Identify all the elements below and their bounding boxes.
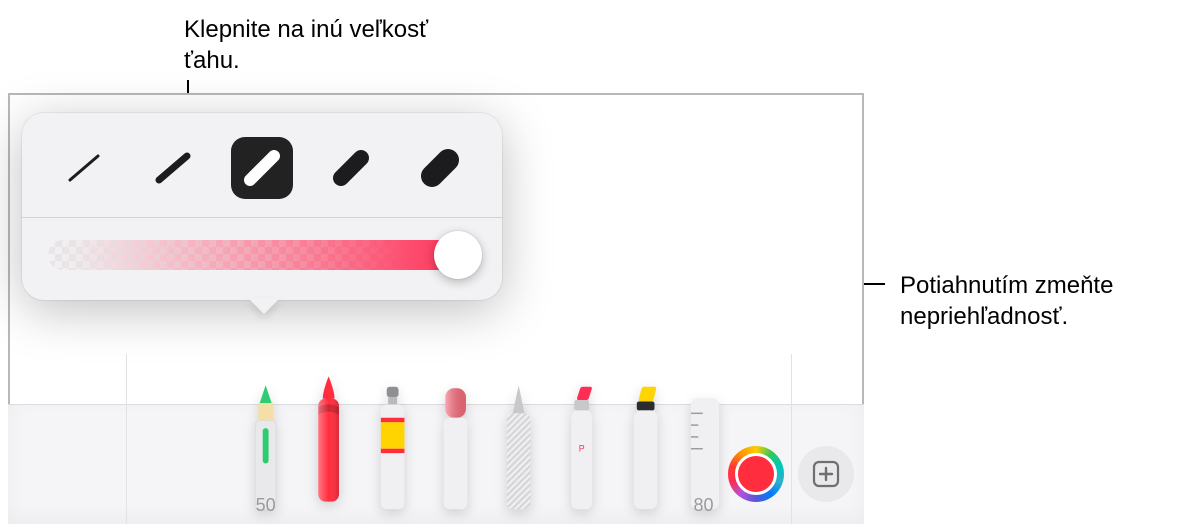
- tool-highlighter[interactable]: [625, 369, 666, 524]
- plus-box-icon: [811, 459, 841, 489]
- tool-eraser[interactable]: [435, 369, 476, 524]
- stroke-size-2[interactable]: [142, 137, 204, 199]
- callout-stroke-size: Klepnite na inú veľkosť ťahu.: [184, 14, 444, 76]
- current-color-swatch: [735, 453, 777, 495]
- tool-label: 80: [688, 495, 719, 516]
- tool-pointer[interactable]: [498, 369, 539, 524]
- svg-text:P: P: [579, 444, 585, 454]
- opacity-slider-thumb[interactable]: [434, 231, 482, 279]
- tool-pen[interactable]: P: [561, 369, 602, 524]
- dock-right-controls: [728, 446, 854, 502]
- stroke-popover: [22, 113, 502, 300]
- opacity-track-checker: [48, 240, 476, 270]
- stroke-size-1[interactable]: [53, 137, 115, 199]
- opacity-slider[interactable]: [22, 218, 502, 278]
- tool-crayon[interactable]: [308, 354, 349, 524]
- stroke-size-5[interactable]: [409, 137, 471, 199]
- tools-row: 50: [245, 354, 719, 524]
- tool-marker[interactable]: [372, 369, 413, 524]
- stroke-size-4[interactable]: [320, 137, 382, 199]
- tool-label: 50: [245, 495, 286, 516]
- stroke-size-3-selected[interactable]: [231, 137, 293, 199]
- callout-opacity: Potiahnutím zmeňte nepriehľadnosť.: [900, 270, 1170, 332]
- add-button[interactable]: [798, 446, 854, 502]
- tool-scale[interactable]: 80: [688, 369, 719, 524]
- tool-pencil[interactable]: 50: [245, 369, 286, 524]
- tools-clip: 50: [126, 354, 792, 524]
- stroke-size-row: [22, 127, 502, 217]
- color-picker-button[interactable]: [728, 446, 784, 502]
